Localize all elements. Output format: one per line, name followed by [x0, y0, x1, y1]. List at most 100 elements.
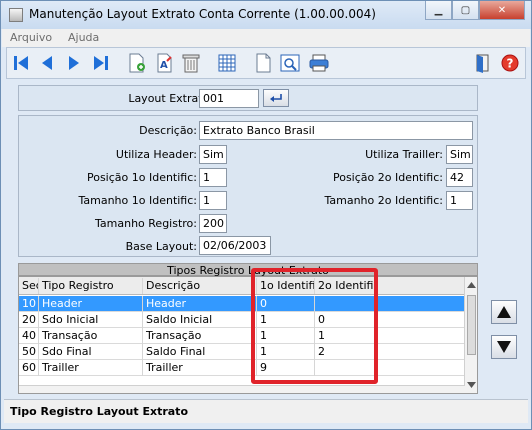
new-document-icon: [129, 53, 145, 73]
utiliza-header-label: Utiliza Header:: [115, 148, 197, 161]
trash-icon: [182, 54, 200, 73]
row-1o-identific[interactable]: 9: [257, 360, 315, 376]
row-1o-identific[interactable]: 1: [257, 328, 315, 344]
row-1o-identific[interactable]: 1: [257, 312, 315, 328]
arrow-down-icon: [497, 341, 511, 353]
tamanho-2-label: Tamanho 2o Identific:: [324, 194, 443, 207]
table-row[interactable]: 10 Header Header 0: [19, 296, 465, 312]
enter-arrow-icon: [270, 94, 282, 102]
table-row[interactable]: 40 Transação Transação 1 1: [19, 328, 465, 344]
tamanho-1-label: Tamanho 1o Identific:: [78, 194, 197, 207]
row-tipo: Transação: [39, 328, 143, 344]
toolbar: A ?: [6, 47, 526, 79]
document-button[interactable]: [251, 51, 275, 75]
row-2o-identific[interactable]: [315, 360, 375, 376]
previous-record-icon: [42, 56, 52, 70]
descricao-label: Descrição:: [139, 124, 197, 137]
row-tipo: Sdo Inicial: [39, 312, 143, 328]
base-layout-field[interactable]: 02/06/2003: [199, 236, 271, 255]
tamanho-registro-label: Tamanho Registro:: [95, 217, 197, 230]
row-seq: 10: [19, 296, 39, 312]
minimize-icon: ▁: [434, 4, 443, 16]
row-seq: 60: [19, 360, 39, 376]
table-row[interactable]: 50 Sdo Final Saldo Final 1 2: [19, 344, 465, 360]
minimize-button[interactable]: ▁: [425, 1, 452, 20]
delete-record-button[interactable]: [179, 51, 203, 75]
column-header-1o-identific[interactable]: 1o Identific: [257, 278, 315, 294]
tamanho-registro-field[interactable]: 200: [199, 214, 227, 233]
grid-horizontal-scrollbar[interactable]: [19, 385, 465, 393]
next-record-icon: [69, 56, 79, 70]
row-tipo: Trailler: [39, 360, 143, 376]
close-button[interactable]: ✕: [479, 1, 525, 20]
row-2o-identific[interactable]: 0: [315, 312, 375, 328]
help-button[interactable]: ?: [498, 51, 522, 75]
first-record-icon: [14, 56, 28, 70]
grid-scroll-thumb[interactable]: [467, 295, 476, 355]
row-descricao: Saldo Final: [143, 344, 257, 360]
row-2o-identific[interactable]: 1: [315, 328, 375, 344]
posicao-1-label: Posição 1o Identific:: [86, 171, 197, 184]
row-descricao: Saldo Inicial: [143, 312, 257, 328]
table-row[interactable]: 20 Sdo Inicial Saldo Inicial 1 0: [19, 312, 465, 328]
posicao-2-label: Posição 2o Identific:: [332, 171, 443, 184]
blank-page-icon: [256, 53, 271, 73]
posicao-2-field[interactable]: 42: [446, 168, 473, 187]
tamanho-2-field[interactable]: 1: [446, 191, 473, 210]
utiliza-trailler-field[interactable]: Sim: [446, 145, 473, 164]
window-controls: ▁ ▢ ✕: [425, 1, 525, 21]
first-record-button[interactable]: [9, 51, 33, 75]
row-seq: 40: [19, 328, 39, 344]
menu-arquivo[interactable]: Arquivo: [10, 31, 52, 44]
column-header-tipo-registro[interactable]: Tipo Registro: [39, 278, 143, 294]
status-bar: Tipo Registro Layout Extrato: [4, 399, 528, 423]
row-1o-identific[interactable]: 0: [257, 296, 315, 312]
previous-record-button[interactable]: [35, 51, 59, 75]
exit-button[interactable]: [471, 51, 495, 75]
printer-icon: [309, 54, 329, 72]
utiliza-header-field[interactable]: Sim: [199, 145, 227, 164]
tamanho-1-field[interactable]: 1: [199, 191, 227, 210]
row-2o-identific[interactable]: [315, 296, 375, 312]
scroll-up-icon: [467, 282, 476, 288]
print-preview-button[interactable]: [278, 51, 302, 75]
svg-text:?: ?: [507, 57, 514, 71]
grid-vertical-scrollbar[interactable]: [464, 277, 477, 393]
column-header-seq[interactable]: Seq: [19, 278, 39, 294]
move-up-button[interactable]: [491, 300, 517, 324]
layout-go-button[interactable]: [263, 89, 289, 107]
edit-record-button[interactable]: A: [152, 51, 176, 75]
row-tipo: Header: [39, 296, 143, 312]
posicao-1-field[interactable]: 1: [199, 168, 227, 187]
details-panel: Descrição: Extrato Banco Brasil Utiliza …: [18, 115, 478, 257]
close-icon: ✕: [497, 4, 507, 16]
table-icon: [218, 54, 236, 72]
tipos-registro-grid: Seq Tipo Registro Descrição 1o Identific…: [18, 276, 478, 394]
layout-panel: Layout Extrato: 001: [18, 85, 478, 111]
next-record-button[interactable]: [62, 51, 86, 75]
edit-text-icon: A: [157, 53, 172, 73]
menu-bar: Arquivo Ajuda: [2, 29, 530, 47]
maximize-icon: ▢: [460, 4, 471, 16]
base-layout-label: Base Layout:: [125, 240, 197, 253]
last-record-icon: [94, 56, 108, 70]
utiliza-trailler-label: Utiliza Trailler:: [365, 148, 443, 161]
table-row[interactable]: 60 Trailler Trailler 9: [19, 360, 465, 376]
menu-ajuda[interactable]: Ajuda: [68, 31, 99, 44]
last-record-button[interactable]: [89, 51, 113, 75]
print-button[interactable]: [307, 51, 331, 75]
move-down-button[interactable]: [491, 335, 517, 359]
app-window: Manutenção Layout Extrato Conta Corrente…: [0, 0, 532, 430]
descricao-field[interactable]: Extrato Banco Brasil: [199, 121, 473, 140]
column-header-descricao[interactable]: Descrição: [143, 278, 257, 294]
column-header-2o-identific[interactable]: 2o Identific: [315, 278, 375, 294]
maximize-button[interactable]: ▢: [452, 1, 479, 20]
grid-view-button[interactable]: [215, 51, 239, 75]
row-tipo: Sdo Final: [39, 344, 143, 360]
layout-extrato-field[interactable]: 001: [199, 89, 259, 108]
help-icon: ?: [501, 54, 519, 72]
new-record-button[interactable]: [125, 51, 149, 75]
scroll-down-icon: [467, 382, 476, 388]
row-2o-identific[interactable]: 2: [315, 344, 375, 360]
row-1o-identific[interactable]: 1: [257, 344, 315, 360]
